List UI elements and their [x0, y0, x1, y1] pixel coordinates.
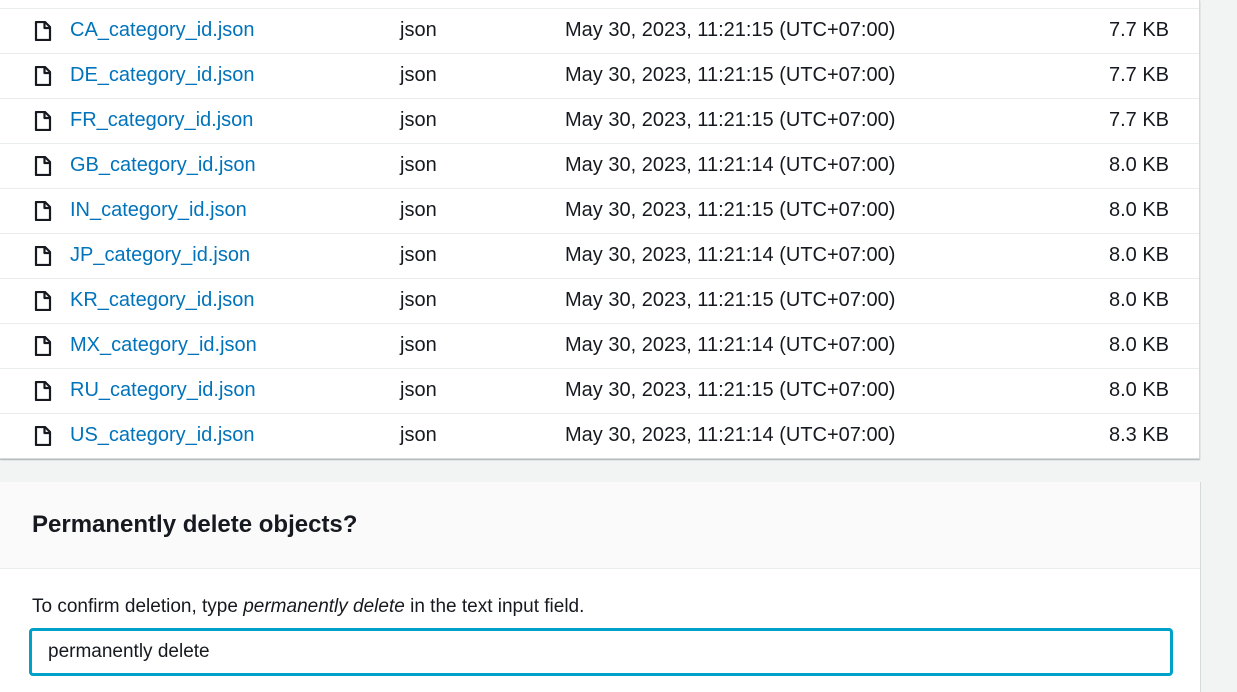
object-type: json	[400, 334, 437, 356]
object-size: 8.0 KB	[1108, 334, 1169, 356]
instruction-suffix: in the text input field.	[404, 596, 585, 617]
file-icon	[34, 426, 52, 446]
object-name-link[interactable]: CA_category_id.json	[70, 19, 255, 42]
object-type: json	[400, 19, 437, 41]
object-type: json	[400, 244, 437, 266]
table-row: DE_category_id.json json May 30, 2023, 1…	[0, 54, 1199, 99]
instruction-keyword: permanently delete	[243, 596, 405, 617]
object-name-link[interactable]: MX_category_id.json	[70, 334, 257, 357]
object-last-modified: May 30, 2023, 11:21:15 (UTC+07:00)	[565, 19, 896, 41]
object-type: json	[400, 199, 437, 221]
object-last-modified: May 30, 2023, 11:21:15 (UTC+07:00)	[565, 289, 896, 311]
confirm-header: Permanently delete objects?	[0, 482, 1200, 569]
object-size: 8.3 KB	[1108, 424, 1169, 446]
table-row: CA_category_id.json json May 30, 2023, 1…	[0, 9, 1199, 54]
objects-list-panel: CA_category_id.json json May 30, 2023, 1…	[0, 0, 1200, 459]
object-type: json	[400, 109, 437, 131]
object-size: 8.0 KB	[1108, 244, 1169, 266]
table-row: MX_category_id.json json May 30, 2023, 1…	[0, 324, 1199, 369]
file-icon	[34, 111, 52, 131]
object-size: 7.7 KB	[1108, 19, 1169, 41]
object-last-modified: May 30, 2023, 11:21:14 (UTC+07:00)	[565, 244, 896, 266]
object-name-link[interactable]: JP_category_id.json	[70, 244, 250, 267]
file-icon	[34, 156, 52, 176]
object-size: 8.0 KB	[1108, 154, 1169, 176]
object-name-link[interactable]: RU_category_id.json	[70, 379, 256, 402]
object-last-modified: May 30, 2023, 11:21:15 (UTC+07:00)	[565, 64, 896, 86]
object-type: json	[400, 154, 437, 176]
object-name-link[interactable]: FR_category_id.json	[70, 109, 253, 132]
object-type: json	[400, 379, 437, 401]
table-row: US_category_id.json json May 30, 2023, 1…	[0, 414, 1199, 459]
object-size: 7.7 KB	[1108, 109, 1169, 131]
object-last-modified: May 30, 2023, 11:21:15 (UTC+07:00)	[565, 379, 896, 401]
object-size: 8.0 KB	[1108, 379, 1169, 401]
object-name-link[interactable]: GB_category_id.json	[70, 154, 256, 177]
table-row: RU_category_id.json json May 30, 2023, 1…	[0, 369, 1199, 414]
confirm-delete-input[interactable]	[30, 629, 1172, 675]
table-row: JP_category_id.json json May 30, 2023, 1…	[0, 234, 1199, 279]
file-icon	[34, 336, 52, 356]
object-last-modified: May 30, 2023, 11:21:14 (UTC+07:00)	[565, 334, 896, 356]
object-name-link[interactable]: US_category_id.json	[70, 424, 255, 447]
file-icon	[34, 291, 52, 311]
object-name-link[interactable]: IN_category_id.json	[70, 199, 247, 222]
object-size: 8.0 KB	[1108, 289, 1169, 311]
object-name-link[interactable]: DE_category_id.json	[70, 64, 255, 87]
object-last-modified: May 30, 2023, 11:21:14 (UTC+07:00)	[565, 154, 896, 176]
object-type: json	[400, 289, 437, 311]
table-row: KR_category_id.json json May 30, 2023, 1…	[0, 279, 1199, 324]
file-icon	[34, 66, 52, 86]
instruction-prefix: To confirm deletion, type	[32, 596, 244, 617]
object-size: 8.0 KB	[1108, 199, 1169, 221]
object-last-modified: May 30, 2023, 11:21:14 (UTC+07:00)	[565, 424, 896, 446]
object-type: json	[400, 64, 437, 86]
delete-confirmation-panel: Permanently delete objects? To confirm d…	[0, 482, 1201, 692]
object-size: 7.7 KB	[1108, 64, 1169, 86]
objects-list: CA_category_id.json json May 30, 2023, 1…	[0, 9, 1199, 459]
object-last-modified: May 30, 2023, 11:21:15 (UTC+07:00)	[565, 109, 896, 131]
file-icon	[34, 246, 52, 266]
file-icon	[34, 21, 52, 41]
table-row: GB_category_id.json json May 30, 2023, 1…	[0, 144, 1199, 189]
confirm-instruction: To confirm deletion, type permanently de…	[32, 596, 584, 618]
table-row: FR_category_id.json json May 30, 2023, 1…	[0, 99, 1199, 144]
object-last-modified: May 30, 2023, 11:21:15 (UTC+07:00)	[565, 199, 896, 221]
file-icon	[34, 201, 52, 221]
table-row: IN_category_id.json json May 30, 2023, 1…	[0, 189, 1199, 234]
file-icon	[34, 381, 52, 401]
object-type: json	[400, 424, 437, 446]
object-name-link[interactable]: KR_category_id.json	[70, 289, 255, 312]
confirm-title: Permanently delete objects?	[32, 511, 358, 538]
